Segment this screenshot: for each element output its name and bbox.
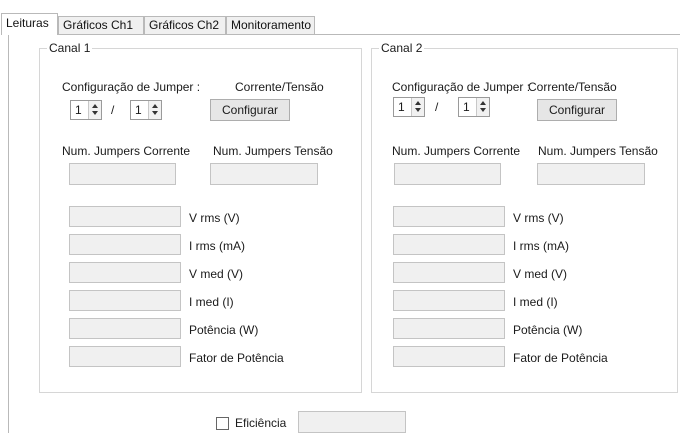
irms-field[interactable]	[393, 234, 505, 255]
tab-page-leituras: Canal 1 Configuração de Jumper : Corrent…	[8, 34, 680, 433]
jumper-count-b-spinner[interactable]: 1	[458, 97, 490, 117]
tab-leituras[interactable]: Leituras	[1, 13, 58, 35]
vmed-label: V med (V)	[189, 267, 244, 281]
power-factor-field[interactable]	[69, 346, 181, 367]
jumpers-voltage-field[interactable]	[537, 163, 645, 185]
power-factor-label: Fator de Potência	[513, 351, 608, 365]
power-factor-label: Fator de Potência	[189, 351, 284, 365]
tab-graficos-ch2[interactable]: Gráficos Ch2	[144, 16, 226, 34]
vrms-field[interactable]	[393, 206, 505, 227]
spinner-separator: /	[111, 103, 115, 117]
configure-button[interactable]: Configurar	[210, 99, 290, 121]
group-title-canal-1: Canal 1	[47, 41, 93, 55]
group-title-canal-2: Canal 2	[379, 41, 425, 55]
jumper-mode-label: Corrente/Tensão	[235, 80, 324, 94]
vrms-label: V rms (V)	[189, 211, 240, 225]
spinner-arrows-icon[interactable]	[88, 101, 101, 119]
efficiency-field[interactable]	[298, 411, 406, 433]
power-field[interactable]	[393, 318, 505, 339]
imed-field[interactable]	[69, 290, 181, 311]
tab-monitoramento[interactable]: Monitoramento	[226, 16, 315, 34]
jumpers-current-field[interactable]	[394, 163, 501, 185]
configure-button[interactable]: Configurar	[537, 99, 617, 121]
vmed-field[interactable]	[69, 262, 181, 283]
jumpers-current-label: Num. Jumpers Corrente	[392, 144, 521, 158]
irms-label: I rms (mA)	[189, 239, 245, 253]
spinner-value: 1	[398, 100, 405, 114]
jumper-count-b-spinner[interactable]: 1	[130, 100, 162, 120]
jumpers-voltage-label: Num. Jumpers Tensão	[538, 144, 658, 158]
spinner-arrows-icon[interactable]	[148, 101, 161, 119]
jumper-config-label: Configuração de Jumper :	[392, 80, 531, 94]
group-canal-2: Canal 2 Configuração de Jumper : Corrent…	[371, 41, 678, 393]
efficiency-label: Eficiência	[235, 416, 287, 430]
vmed-label: V med (V)	[513, 267, 568, 281]
jumper-config-label: Configuração de Jumper :	[62, 80, 201, 94]
irms-field[interactable]	[69, 234, 181, 255]
spinner-value: 1	[75, 103, 82, 117]
tab-strip: Leituras Gráficos Ch1 Gráficos Ch2 Monit…	[0, 0, 680, 35]
jumpers-voltage-label: Num. Jumpers Tensão	[213, 144, 333, 158]
tab-graficos-ch1[interactable]: Gráficos Ch1	[58, 16, 144, 34]
imed-label: I med (I)	[189, 295, 234, 309]
spinner-value: 1	[135, 103, 142, 117]
vrms-label: V rms (V)	[513, 211, 564, 225]
spinner-arrows-icon[interactable]	[411, 98, 424, 116]
power-label: Potência (W)	[513, 323, 583, 337]
jumpers-voltage-field[interactable]	[210, 163, 318, 185]
power-factor-field[interactable]	[393, 346, 505, 367]
efficiency-checkbox[interactable]	[216, 417, 229, 430]
jumper-count-a-spinner[interactable]: 1	[393, 97, 425, 117]
spinner-separator: /	[435, 100, 439, 114]
jumpers-current-label: Num. Jumpers Corrente	[62, 144, 191, 158]
imed-field[interactable]	[393, 290, 505, 311]
vrms-field[interactable]	[69, 206, 181, 227]
irms-label: I rms (mA)	[513, 239, 569, 253]
spinner-arrows-icon[interactable]	[476, 98, 489, 116]
jumper-count-a-spinner[interactable]: 1	[70, 100, 102, 120]
group-canal-1: Canal 1 Configuração de Jumper : Corrent…	[39, 41, 362, 393]
spinner-value: 1	[463, 100, 470, 114]
vmed-field[interactable]	[393, 262, 505, 283]
jumpers-current-field[interactable]	[69, 163, 176, 185]
imed-label: I med (I)	[513, 295, 558, 309]
power-field[interactable]	[69, 318, 181, 339]
jumper-mode-label: Corrente/Tensão	[528, 80, 617, 94]
power-label: Potência (W)	[189, 323, 259, 337]
